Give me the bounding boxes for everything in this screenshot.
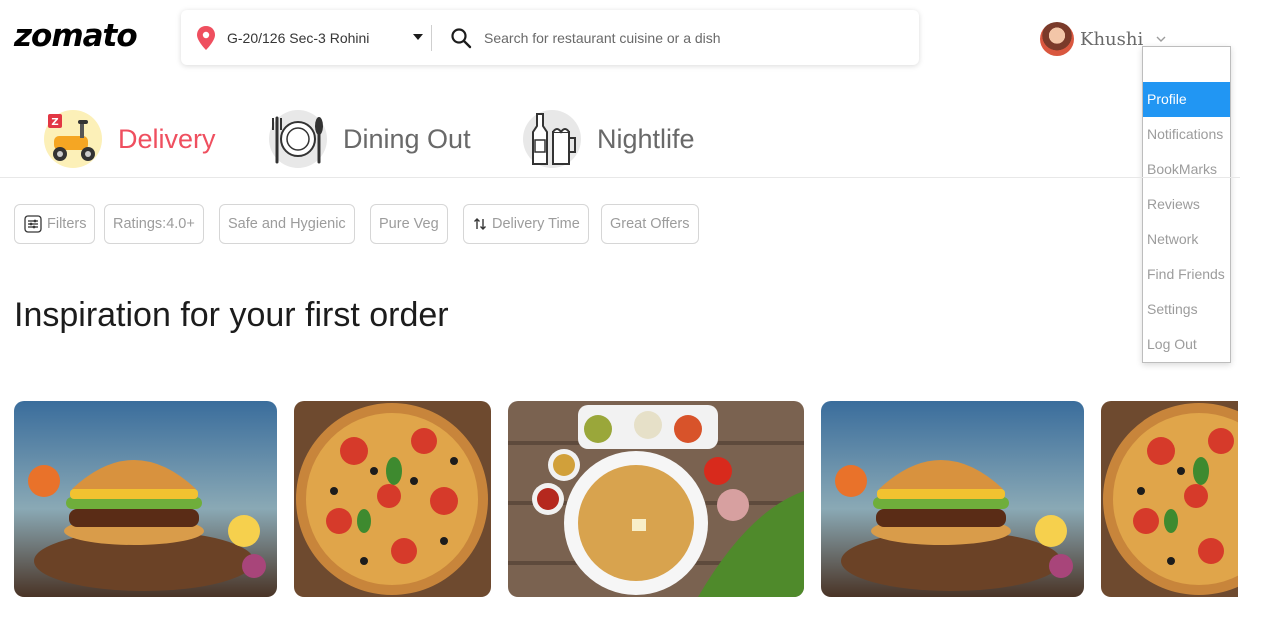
search-input[interactable] — [484, 29, 904, 46]
avatar — [1040, 22, 1074, 56]
search-field — [432, 10, 919, 65]
chevron-down-icon — [1156, 36, 1166, 42]
scooter-icon: Z — [44, 110, 102, 168]
food-card-burger[interactable] — [14, 401, 277, 597]
category-tabs: Z Delivery Dining Out Nightlife — [0, 100, 1240, 178]
food-card-burger-2[interactable] — [821, 401, 1084, 597]
filter-delivery-time-label: Delivery Time — [492, 216, 580, 232]
user-dropdown-menu: Profile Notifications BookMarks Reviews … — [1142, 46, 1231, 363]
menu-item-settings[interactable]: Settings — [1143, 292, 1230, 327]
section-title: Inspiration for your first order — [14, 296, 449, 334]
food-card-paratha[interactable] — [508, 401, 804, 597]
paratha-thali-image — [508, 401, 804, 597]
filter-delivery-time[interactable]: Delivery Time — [463, 204, 589, 244]
menu-item-log-out[interactable]: Log Out — [1143, 327, 1230, 362]
pizza-image — [294, 401, 491, 597]
menu-item-find-friends[interactable]: Find Friends — [1143, 257, 1230, 292]
filter-safe-hygienic-label: Safe and Hygienic — [228, 216, 346, 232]
filter-great-offers-label: Great Offers — [610, 216, 690, 232]
sort-arrows-icon — [474, 218, 486, 230]
filter-pure-veg[interactable]: Pure Veg — [370, 204, 448, 244]
filter-ratings[interactable]: Ratings:4.0+ — [104, 204, 204, 244]
burger-image — [14, 401, 277, 597]
filter-safe-hygienic[interactable]: Safe and Hygienic — [219, 204, 355, 244]
svg-text:Z: Z — [51, 117, 58, 128]
food-card-pizza-2[interactable] — [1101, 401, 1238, 597]
location-selector[interactable]: G-20/126 Sec-3 Rohini — [181, 10, 431, 65]
search-icon — [451, 27, 472, 48]
search-bar: G-20/126 Sec-3 Rohini — [181, 10, 919, 65]
filters-button[interactable]: Filters — [14, 204, 96, 244]
page: zomato G-20/126 Sec-3 Rohini Khushi — [0, 0, 1280, 642]
tab-delivery-label: Delivery — [118, 123, 216, 154]
filters-label: Filters — [47, 216, 87, 232]
tab-dining-out-label: Dining Out — [343, 123, 471, 154]
pizza-image — [1101, 401, 1238, 597]
tab-nightlife[interactable]: Nightlife — [523, 110, 695, 168]
filter-pure-veg-label: Pure Veg — [379, 216, 439, 232]
menu-item-reviews[interactable]: Reviews — [1143, 187, 1230, 222]
zomato-logo[interactable]: zomato — [14, 18, 138, 54]
location-text: G-20/126 Sec-3 Rohini — [227, 29, 370, 46]
burger-image — [821, 401, 1084, 597]
food-card-pizza[interactable] — [294, 401, 491, 597]
user-name: Khushi — [1080, 28, 1144, 50]
tab-nightlife-label: Nightlife — [597, 123, 695, 154]
bottle-glass-icon — [523, 110, 581, 168]
tab-delivery[interactable]: Z Delivery — [44, 110, 216, 168]
dining-plate-icon — [269, 110, 327, 168]
filter-ratings-label: Ratings:4.0+ — [113, 216, 195, 232]
filter-great-offers[interactable]: Great Offers — [601, 204, 699, 244]
filter-sliders-icon — [24, 215, 42, 233]
tab-dining-out[interactable]: Dining Out — [269, 110, 471, 168]
menu-item-network[interactable]: Network — [1143, 222, 1230, 257]
location-dropdown-icon[interactable] — [413, 34, 423, 40]
location-pin-icon — [197, 25, 215, 50]
